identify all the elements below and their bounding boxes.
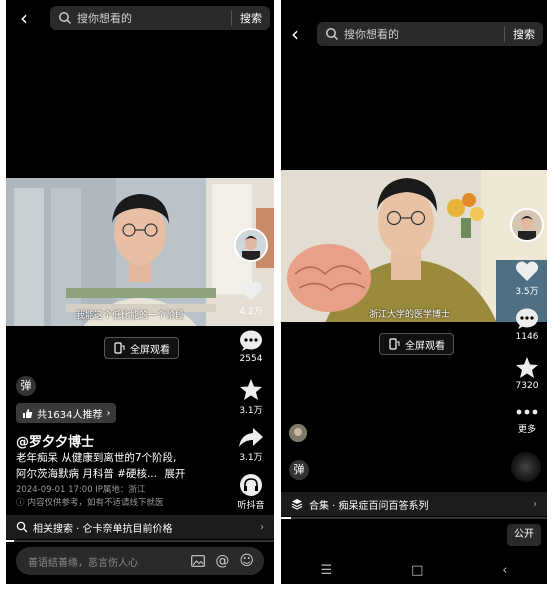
- system-nav-bar: ☰ □ ‹: [281, 556, 547, 584]
- share-arrow-icon: [239, 428, 263, 447]
- like-action[interactable]: 4.2万: [234, 280, 268, 317]
- back-icon[interactable]: ‹: [291, 24, 299, 44]
- author-avatar[interactable]: [510, 208, 544, 242]
- description-line-1: 老年痴呆 从健康到离世的7个阶段,: [16, 452, 177, 464]
- headphones-icon: [240, 474, 262, 496]
- like-count: 3.5万: [515, 287, 539, 297]
- comment-action[interactable]: 1146: [510, 308, 544, 342]
- more-dots-icon: [516, 409, 538, 415]
- description-line-2: 阿尔茨海默病 月科普 #硬核... 展开: [16, 466, 185, 481]
- progress-bar[interactable]: [281, 517, 547, 519]
- comment-placeholder: 善语结善缘，恶言伤人心: [28, 557, 138, 569]
- share-action[interactable]: 3.1万: [234, 426, 268, 463]
- layers-icon: [291, 499, 303, 510]
- info-icon: ⓘ: [16, 498, 25, 508]
- more-label: 更多: [517, 425, 536, 435]
- like-action[interactable]: 3.5万: [510, 260, 544, 297]
- video-player[interactable]: 浙江大学的医学博士: [281, 170, 547, 322]
- collection-bar[interactable]: 合集 · 痴呆症百问百答系列 ›: [281, 492, 547, 516]
- chevron-right-icon: ›: [106, 407, 111, 419]
- notice-row: ⓘ 内容仅供参考，如有不适请线下就医: [16, 496, 164, 508]
- fullscreen-icon: [114, 342, 125, 354]
- chevron-right-icon: ›: [260, 521, 264, 533]
- progress-fill: [6, 540, 14, 542]
- like-count: 4.2万: [239, 307, 263, 317]
- listen-action[interactable]: 听抖音: [230, 474, 272, 511]
- search-icon: [326, 28, 339, 41]
- search-button[interactable]: 搜索: [231, 10, 270, 26]
- public-button[interactable]: 公开: [507, 524, 541, 546]
- related-search-bar[interactable]: 相关搜索 · 仑卡奈单抗目前价格 ›: [6, 515, 274, 539]
- home-icon[interactable]: □: [411, 563, 423, 578]
- progress-bar[interactable]: [6, 540, 274, 542]
- listen-label: 听抖音: [237, 501, 265, 511]
- action-rail: [234, 228, 268, 262]
- progress-fill: [281, 517, 291, 519]
- recommend-label: 共1634人推荐: [37, 409, 103, 421]
- collection-label: 合集 · 痴呆症百问百答系列: [309, 500, 429, 512]
- search-bar[interactable]: 搜你想看的 搜索: [317, 22, 543, 46]
- search-icon: [16, 521, 28, 533]
- commenter-avatar-image: [289, 424, 307, 442]
- fullscreen-label: 全屏观看: [405, 340, 445, 352]
- commenter-avatar[interactable]: [289, 424, 307, 442]
- comment-action[interactable]: 2554: [234, 330, 268, 364]
- video-caption: 我能这个低比能的一个阶段: [76, 311, 185, 321]
- fullscreen-button[interactable]: 全屏观看: [104, 337, 179, 359]
- search-bar[interactable]: 搜你想看的 搜索: [50, 6, 270, 30]
- right-screenshot: ‹ 搜你想看的 搜索 浙江大学的医学博士 全屏观看 3.5万 1146 7320…: [281, 0, 547, 584]
- comment-count: 1146: [515, 332, 539, 342]
- emoji-icon[interactable]: ☺: [239, 553, 254, 569]
- menu-icon[interactable]: ☰: [320, 563, 332, 578]
- action-rail: [510, 208, 544, 242]
- comment-icon: [240, 330, 262, 351]
- post-meta: 2024-09-01 17:00 IP属地：浙江: [16, 485, 146, 495]
- heart-icon: [239, 281, 263, 301]
- author-avatar[interactable]: [234, 228, 268, 262]
- thumbs-up-icon: [23, 408, 33, 418]
- favorite-action[interactable]: 7320: [510, 356, 544, 391]
- fullscreen-button[interactable]: 全屏观看: [379, 333, 454, 355]
- star-icon: [240, 379, 262, 400]
- avatar-image: [512, 210, 542, 240]
- video-frame: [281, 170, 547, 322]
- search-placeholder: 搜你想看的: [77, 12, 132, 25]
- back-icon[interactable]: ‹: [20, 8, 28, 28]
- search-placeholder: 搜你想看的: [344, 28, 399, 41]
- video-caption: 浙江大学的医学博士: [369, 310, 451, 320]
- mention-icon[interactable]: @: [215, 553, 229, 569]
- left-screenshot: ‹ 搜你想看的 搜索 我能这个低比能的一个阶段 全屏观看 4.2万 2554 3…: [6, 0, 274, 584]
- favorite-count: 7320: [515, 381, 539, 391]
- fullscreen-icon: [389, 338, 400, 350]
- expand-link[interactable]: 展开: [164, 468, 185, 480]
- search-icon: [59, 12, 72, 25]
- notice-text: 内容仅供参考，如有不适请线下就医: [27, 498, 164, 508]
- comment-icon: [516, 308, 538, 329]
- image-icon[interactable]: [191, 555, 206, 567]
- search-button[interactable]: 搜索: [504, 26, 543, 42]
- avatar-image: [236, 230, 266, 260]
- fullscreen-label: 全屏观看: [130, 344, 170, 356]
- comment-count: 2554: [239, 354, 263, 364]
- description-text: 阿尔茨海默病 月科普 #硬核...: [16, 468, 157, 480]
- author-name[interactable]: @罗夕夕博士: [16, 431, 94, 450]
- danmu-toggle[interactable]: 弹: [16, 376, 36, 396]
- danmu-toggle[interactable]: 弹: [289, 460, 309, 480]
- favorite-action[interactable]: 3.1万: [234, 378, 268, 416]
- music-disc-icon[interactable]: [511, 452, 541, 482]
- comment-input[interactable]: 善语结善缘，恶言伤人心 @ ☺: [16, 547, 264, 575]
- top-bar: ‹ 搜你想看的 搜索: [6, 0, 274, 36]
- share-count: 3.1万: [239, 453, 263, 463]
- related-search-label: 相关搜索 · 仑卡奈单抗目前价格: [33, 523, 173, 535]
- top-bar: ‹ 搜你想看的 搜索: [281, 0, 547, 46]
- favorite-count: 3.1万: [239, 406, 263, 416]
- back-nav-icon[interactable]: ‹: [502, 563, 507, 578]
- star-icon: [516, 357, 538, 378]
- heart-icon: [515, 261, 539, 281]
- chevron-right-icon: ›: [533, 498, 537, 510]
- more-action[interactable]: 更多: [510, 408, 544, 435]
- recommend-pill[interactable]: 共1634人推荐 ›: [16, 403, 117, 423]
